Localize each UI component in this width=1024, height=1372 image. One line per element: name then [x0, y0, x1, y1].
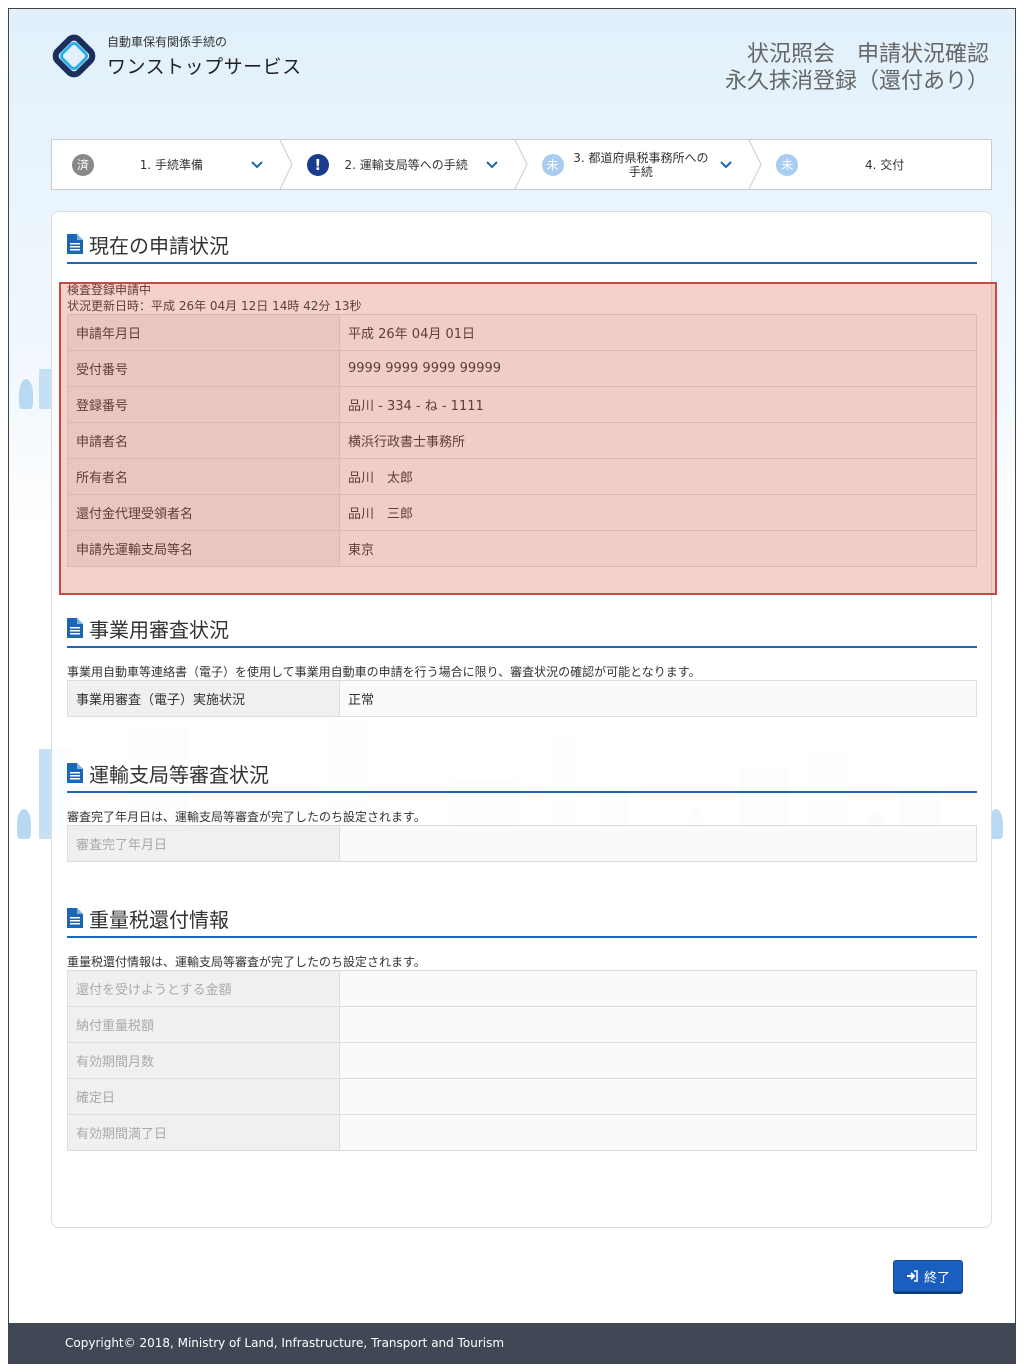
document-icon [67, 618, 83, 638]
section-note: 審査完了年月日は、運輸支局等審査が完了したのち設定されます。 [67, 810, 426, 824]
service-logo: 自動車保有関係手続の ワンストップサービス [49, 31, 302, 81]
row-label: 確定日 [67, 1078, 340, 1115]
section-heading: 重量税還付情報 [67, 900, 977, 938]
progress-steps: 済 1. 手続準備 ! 2. 運輸支局等への手続 未 3. 都道府県税事務所への… [51, 139, 992, 190]
row-value: 正常 [339, 680, 977, 717]
step-label: 3. 都道府県税事務所への手続 [573, 150, 709, 179]
section-bureau-review: 運輸支局等審査状況 審査完了年月日は、運輸支局等審査が完了したのち設定されます。… [67, 755, 977, 862]
section-tax-refund: 重量税還付情報 重量税還付情報は、運輸支局等審査が完了したのち設定されます。 還… [67, 900, 977, 1151]
page-frame: 自動車保有関係手続の ワンストップサービス 状況照会 申請状況確認 永久抹消登録… [8, 8, 1016, 1364]
document-icon [67, 234, 83, 254]
table-row: 事業用審査（電子）実施状況 正常 [67, 680, 977, 717]
row-value [339, 1114, 977, 1151]
row-value [339, 1078, 977, 1115]
highlight-box [59, 282, 997, 595]
step-todo-badge: 未 [776, 153, 799, 176]
row-value [339, 825, 977, 862]
chevron-down-icon[interactable] [249, 157, 265, 173]
section-title: 現在の申請状況 [89, 233, 229, 258]
row-value [339, 1042, 977, 1079]
sign-out-icon [906, 1270, 918, 1282]
section-title: 重量税還付情報 [89, 907, 229, 932]
chevron-down-icon[interactable] [718, 157, 734, 173]
table-row: 有効期間満了日 [67, 1114, 977, 1151]
section-title: 事業用審査状況 [89, 617, 229, 642]
logo-title: ワンストップサービス [107, 56, 302, 78]
section-business-review: 事業用審査状況 事業用自動車等連絡書（電子）を使用して事業用自動車の申請を行う場… [67, 610, 977, 717]
page-title-line2: 永久抹消登録（還付あり） [724, 69, 989, 94]
tax-refund-table: 還付を受けようとする金額 納付重量税額 有効期間月数 確定日 有効期間満了日 [67, 970, 977, 1151]
table-row: 審査完了年月日 [67, 825, 977, 862]
row-value [339, 1006, 977, 1043]
page-title: 状況照会 申請状況確認 永久抹消登録（還付あり） [725, 41, 989, 95]
step-1[interactable]: 済 1. 手続準備 [52, 140, 293, 189]
exit-button[interactable]: 終了 [893, 1260, 963, 1292]
table-row: 還付を受けようとする金額 [67, 970, 977, 1007]
row-label: 事業用審査（電子）実施状況 [67, 680, 340, 717]
row-label: 有効期間満了日 [67, 1114, 340, 1151]
table-row: 有効期間月数 [67, 1042, 977, 1079]
step-current-badge: ! [306, 153, 329, 176]
exit-button-label: 終了 [923, 1270, 950, 1286]
step-2[interactable]: ! 2. 運輸支局等への手続 [287, 140, 528, 189]
section-heading: 運輸支局等審査状況 [67, 755, 977, 793]
logo-subtitle: 自動車保有関係手続の [107, 35, 228, 49]
section-note: 事業用自動車等連絡書（電子）を使用して事業用自動車の申請を行う場合に限り、審査状… [67, 665, 701, 679]
document-icon [67, 763, 83, 783]
step-label: 4. 交付 [864, 157, 905, 172]
bureau-review-table: 審査完了年月日 [67, 825, 977, 862]
step-4[interactable]: 未 4. 交付 [756, 140, 991, 189]
page-title-line1: 状況照会 申請状況確認 [746, 42, 989, 67]
copyright-text: Copyright© 2018, Ministry of Land, Infra… [65, 1336, 505, 1350]
step-label: 2. 運輸支局等への手続 [344, 157, 468, 172]
footer: Copyright© 2018, Ministry of Land, Infra… [9, 1323, 1015, 1363]
row-label: 納付重量税額 [67, 1006, 340, 1043]
logo-icon [49, 31, 99, 81]
row-label: 審査完了年月日 [67, 825, 340, 862]
row-label: 還付を受けようとする金額 [67, 970, 340, 1007]
step-3[interactable]: 未 3. 都道府県税事務所への手続 [522, 140, 762, 189]
section-note: 重量税還付情報は、運輸支局等審査が完了したのち設定されます。 [67, 955, 426, 969]
business-review-table: 事業用審査（電子）実施状況 正常 [67, 680, 977, 717]
section-heading: 現在の申請状況 [67, 226, 977, 264]
document-icon [67, 908, 83, 928]
table-row: 納付重量税額 [67, 1006, 977, 1043]
section-title: 運輸支局等審査状況 [89, 762, 269, 787]
step-todo-badge: 未 [541, 153, 564, 176]
chevron-down-icon[interactable] [484, 157, 500, 173]
table-row: 確定日 [67, 1078, 977, 1115]
step-done-badge: 済 [72, 153, 94, 176]
row-label: 有効期間月数 [67, 1042, 340, 1079]
step-label: 1. 手続準備 [139, 157, 203, 172]
row-value [339, 970, 977, 1007]
section-heading: 事業用審査状況 [67, 610, 977, 648]
